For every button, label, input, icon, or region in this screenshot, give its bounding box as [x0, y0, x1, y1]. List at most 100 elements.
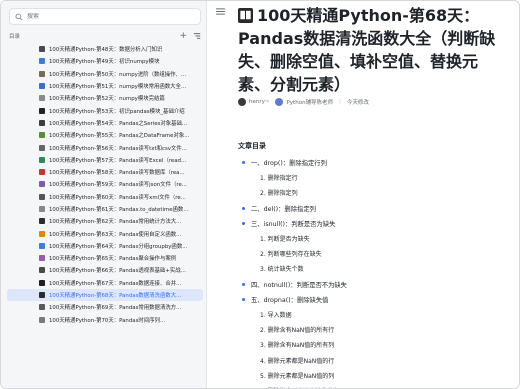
sidebar-item[interactable]: 100天精通Python-第61天：Pandas.to_datetime函数..… — [7, 203, 203, 215]
sidebar-item[interactable]: 100天精通Python-第66天：Pandas透视表基础+实战... — [7, 264, 203, 276]
toc-item[interactable]: 2. 删除含有NaN值的所有行 — [238, 322, 508, 337]
sidebar-item-label: 100天精通Python-第51天：numpy模块常用函数大全... — [49, 84, 187, 91]
document-icon — [39, 83, 45, 90]
sidebar-item-label: 100天精通Python-第53天：初识pandas模块_基础介绍 — [49, 108, 185, 115]
document-icon — [39, 242, 45, 249]
sidebar-item[interactable]: 100天精通Python-第52天：numpy模块完结篇 — [7, 92, 203, 104]
toc-item[interactable]: 三、isnull()：判断是否为缺失 — [238, 216, 508, 231]
document-icon — [39, 292, 45, 299]
directory-label: 目录 — [9, 34, 21, 40]
sidebar-item[interactable]: 100天精通Python-第70天：Pandas时间序列... — [7, 314, 203, 326]
document-icon — [39, 156, 45, 163]
document-icon — [39, 107, 45, 114]
sidebar-item[interactable]: 100天精通Python-第60天：Pandas读写xml文件（re... — [7, 191, 203, 203]
toc-item-text: 三、isnull()：判断是否为缺失 — [251, 220, 336, 228]
sidebar-item[interactable]: 100天精通Python-第53天：初识pandas模块_基础介绍 — [7, 104, 203, 116]
sidebar-item-label: 100天精通Python-第57天：Pandas读写Excel（read... — [49, 157, 187, 164]
document-icon — [39, 119, 45, 126]
sidebar-item[interactable]: 100天精通Python-第65天：Pandas聚合操作与案例 — [7, 252, 203, 264]
sidebar-item-label: 100天精通Python-第54天：Pandas之Series对象基础... — [49, 120, 188, 127]
toc-item[interactable]: 2. 判断哪些列存在缺失 — [238, 246, 508, 261]
sidebar-item[interactable]: 100天精通Python-第58天：Pandas读写数据库（rea... — [7, 166, 203, 178]
toc-item[interactable]: 一、drop()：删除指定行列 — [238, 155, 508, 170]
toc-item[interactable]: 四、notnull()：判断是否不为缺失 — [238, 277, 508, 292]
sidebar-item-label: 100天精通Python-第70天：Pandas时间序列... — [49, 317, 166, 324]
document-icon — [39, 267, 45, 274]
sidebar-item[interactable]: 100天精通Python-第51天：numpy模块常用函数大全... — [7, 80, 203, 92]
sidebar-item[interactable]: 100天精通Python-第69天：Pandas常用数据清洗方... — [7, 301, 203, 313]
document-icon — [39, 46, 45, 53]
page-title-text: 100天精通Python-第68天：Pandas数据清洗函数大全（判断缺失、删除… — [238, 6, 496, 94]
sidebar-item-label: 100天精通Python-第56天：Pandas读写txt和csv文件... — [49, 145, 187, 152]
sidebar-item-label: 100天精通Python-第55天：Pandas之DataFrame对象... — [49, 133, 190, 140]
sidebar-item-label: 100天精通Python-第60天：Pandas读写xml文件（re... — [49, 194, 186, 201]
sidebar-item[interactable]: 100天精通Python-第59天：Pandas读写json文件（re... — [7, 178, 203, 190]
sidebar-item[interactable]: 100天精通Python-第56天：Pandas读写txt和csv文件... — [7, 141, 203, 153]
sidebar-item[interactable]: 100天精通Python-第68天：Pandas数据清洗函数大... — [7, 288, 203, 302]
toc-item[interactable]: 二、del()：删除指定列 — [238, 201, 508, 216]
sidebar-item[interactable]: 100天精通Python-第62天：Pandas常用统计方法大... — [7, 215, 203, 227]
document-icon — [39, 279, 45, 286]
sidebar-item[interactable]: 100天精通Python-第57天：Pandas读写Excel（read... — [7, 154, 203, 166]
toc-item[interactable]: 2. 删除指定列 — [238, 185, 508, 200]
document-icon — [39, 316, 45, 323]
sidebar-item[interactable]: 100天精通Python-第54天：Pandas之Series对象基础... — [7, 117, 203, 129]
sidebar: 目录 + 100天精通Python-第48天：数据分析入门知识100天精通Pyt… — [1, 1, 207, 388]
document-icon — [39, 58, 45, 65]
plus-icon[interactable]: + — [179, 31, 187, 41]
sidebar-item-label: 100天精通Python-第62天：Pandas常用统计方法大... — [49, 219, 182, 226]
toc-item[interactable]: 五、dropna()：删除缺失值 — [238, 292, 508, 307]
toc-item[interactable]: 3. 删除含有NaN值的所有列 — [238, 337, 508, 352]
document-icon — [39, 181, 45, 188]
page-title: 100天精通Python-第68天：Pandas数据清洗函数大全（判断缺失、删除… — [238, 4, 500, 96]
toc-item[interactable]: 3. 统计缺失个数 — [238, 261, 508, 276]
toc-item[interactable]: 6. 删除指定列中含有缺失的行 — [238, 383, 508, 389]
search-input[interactable] — [27, 13, 197, 20]
document-list: 100天精通Python-第48天：数据分析入门知识 100天精通Python-第… — [7, 43, 203, 326]
main-content: 100天精通Python-第68天：Pandas数据清洗函数大全（判断缺失、删除… — [208, 1, 519, 389]
document-icon — [39, 70, 45, 77]
avatar[interactable] — [238, 98, 246, 106]
sidebar-item-label: 100天精通Python-第66天：Pandas透视表基础+实战... — [49, 268, 186, 275]
toc-item[interactable]: 5. 删除元素都是NaN值的列 — [238, 368, 508, 383]
sidebar-item-label: 100天精通Python-第61天：Pandas.to_datetime函数..… — [49, 207, 189, 213]
search-box[interactable] — [9, 8, 201, 25]
sort-icon[interactable] — [193, 32, 201, 40]
author-name[interactable]: henry — [249, 99, 265, 105]
toc-item-text: 1. 删除指定行 — [260, 175, 298, 183]
toc-item[interactable]: 1. 删除指定行 — [238, 170, 508, 185]
sidebar-item[interactable]: 100天精通Python-第50天：numpy进阶（数组操作、... — [7, 68, 203, 80]
sidebar-item[interactable]: 100天精通Python-第55天：Pandas之DataFrame对象... — [7, 129, 203, 141]
toc-item-text: 2. 删除指定列 — [260, 190, 298, 198]
collaborator-name[interactable]: Python辅导陈老师 — [286, 98, 333, 106]
document-icon — [39, 255, 45, 262]
toc-item-text: 1. 判断是否为缺失 — [260, 236, 310, 244]
sidebar-item[interactable]: 100天精通Python-第48天：数据分析入门知识 — [7, 43, 203, 55]
sidebar-item[interactable]: 100天精通Python-第67天：Pandas数据连接、合并... — [7, 277, 203, 289]
toc-item[interactable]: 4. 删除元素都是NaN值的行 — [238, 352, 508, 367]
doc-meta: henry ~ Python辅导陈老师 | 今天修改 — [238, 98, 369, 106]
author-suffix: ~ — [264, 99, 270, 105]
sidebar-item[interactable]: 100天精通Python-第64天：Pandas分组groupby函数... — [7, 240, 203, 252]
bullet-icon — [242, 161, 245, 165]
sidebar-item-label: 100天精通Python-第69天：Pandas常用数据清洗方... — [49, 305, 182, 312]
collaborator-avatar[interactable] — [275, 98, 284, 106]
sidebar-item[interactable]: 100天精通Python-第63天：Pandas使用自定义函数... — [7, 227, 203, 239]
toc-item-text: 五、dropna()：删除缺失值 — [251, 296, 329, 304]
document-icon — [39, 304, 45, 311]
sidebar-item[interactable]: 100天精通Python-第49天：初识numpy模块 — [7, 55, 203, 67]
toc-item-text: 3. 统计缺失个数 — [260, 266, 304, 274]
toc-item[interactable]: 1. 判断是否为缺失 — [238, 231, 508, 246]
toc-item[interactable]: 1. 导入数据 — [238, 307, 508, 322]
bullet-icon — [242, 297, 245, 301]
menu-icon[interactable] — [216, 8, 225, 15]
toc-item-text: 2. 删除含有NaN值的所有行 — [260, 327, 335, 335]
sidebar-item-label: 100天精通Python-第49天：初识numpy模块 — [49, 59, 160, 66]
toc-item-text: 4. 删除元素都是NaN值的行 — [260, 357, 335, 365]
sidebar-item-label: 100天精通Python-第50天：numpy进阶（数组操作、... — [49, 71, 187, 78]
document-icon — [39, 206, 45, 212]
toc-list: 一、drop()：删除指定行列 1. 删除指定行 2. 删除指定列二、del()：删… — [238, 155, 508, 389]
document-icon — [39, 169, 45, 176]
bullet-icon — [242, 206, 245, 210]
app-window: 目录 + 100天精通Python-第48天：数据分析入门知识100天精通Pyt… — [0, 0, 520, 389]
